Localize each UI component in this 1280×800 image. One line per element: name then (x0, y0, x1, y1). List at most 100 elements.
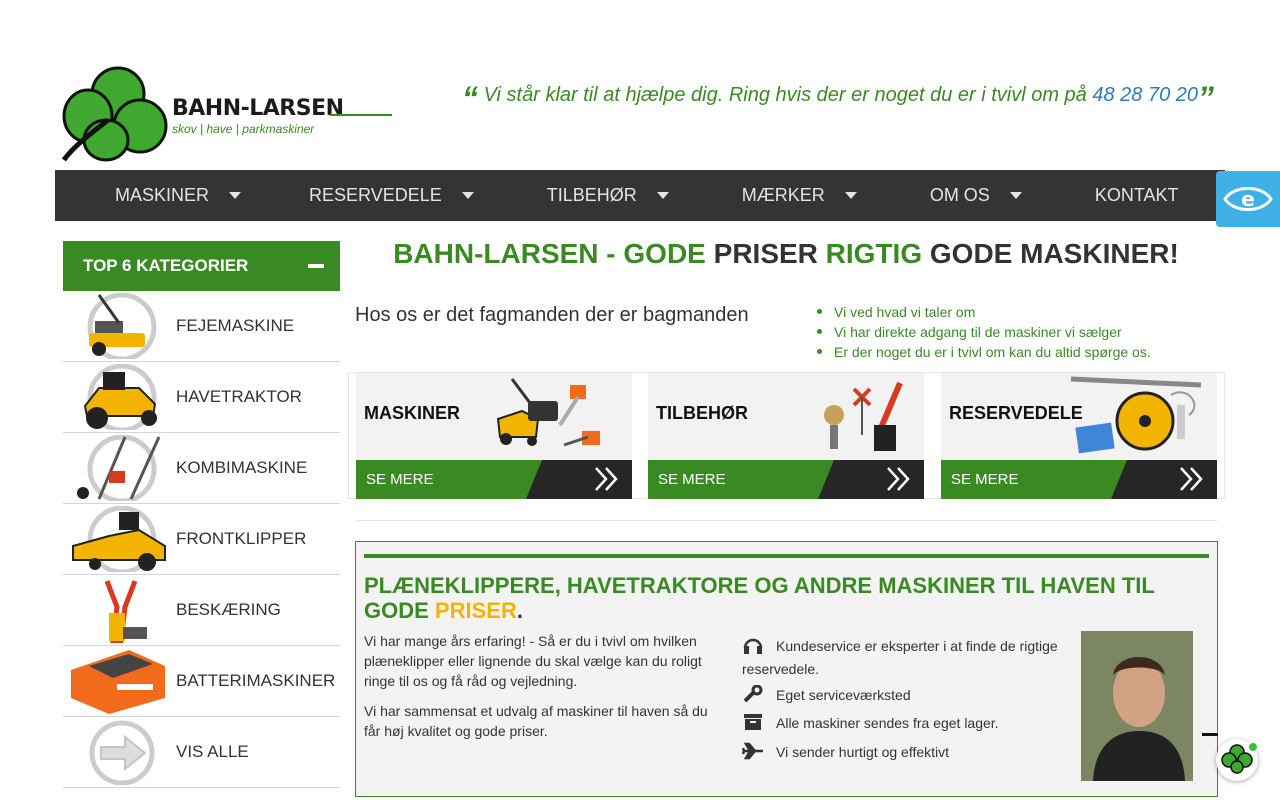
headline-part: BAHN-LARSEN - GODE (393, 238, 706, 269)
caret-down-icon (656, 192, 669, 199)
wrench-icon (743, 685, 763, 703)
front-mower-icon (72, 506, 166, 572)
quote-open: “ (462, 80, 478, 116)
headline-part: RIGTIG (825, 238, 923, 269)
info-top-rule (364, 554, 1209, 558)
sidebar-item-label: FRONTKLIPPER (176, 529, 307, 548)
sweeper-machine-icon (87, 293, 157, 359)
header-tagline: “ Vi står klar til at hjælpe dig. Ring h… (462, 82, 1222, 114)
page-headline: BAHN-LARSEN - GODE PRISER RIGTIG GODE MA… (355, 238, 1217, 270)
logo-underline (330, 114, 392, 116)
card-see-more-bar[interactable]: SE MERE (941, 460, 1217, 499)
nav-item-reservedele[interactable]: RESERVEDELE (309, 170, 474, 221)
site-logo[interactable]: BAHN-LARSEN skov | have | parkmaskiner (60, 64, 396, 166)
double-chevron-right-icon (595, 467, 618, 491)
sidebar-item-vis-alle[interactable]: VIS ALLE (63, 717, 340, 788)
logo-tagline: skov | have | parkmaskiner (172, 122, 315, 136)
sidebar-item-beskaering[interactable]: BESKÆRING (63, 575, 340, 646)
clover-logo-icon (61, 66, 168, 162)
feature-text: Alle maskiner sendes fra eget lager. (776, 715, 999, 731)
double-chevron-right-icon (1180, 467, 1203, 491)
caret-down-icon (844, 192, 857, 199)
feature-text: Vi sender hurtigt og effektivt (776, 744, 950, 760)
sidebar-item-fejemaskine[interactable]: FEJEMASKINE (63, 291, 340, 362)
caret-down-icon (229, 192, 242, 199)
staff-photo (1081, 631, 1193, 781)
card-title: RESERVEDELE (949, 403, 1083, 423)
card-tilbehor[interactable]: TILBEHØR SE MERE (648, 373, 924, 499)
info-title: PLÆNEKLIPPERE, HAVETRAKTORE OG ANDRE MAS… (364, 573, 1204, 623)
pruning-shears-icon (104, 580, 147, 643)
nav-item-tilbehor[interactable]: TILBEHØR (547, 170, 669, 221)
usp-item: Vi ved hvad vi taler om (817, 302, 1151, 322)
machines-image-icon (496, 378, 600, 447)
svg-text:e: e (1241, 187, 1255, 211)
usp-item: Er der noget du er i tvivl om kan du alt… (817, 344, 1151, 360)
nav-item-kontakt[interactable]: KONTAKT (1095, 170, 1179, 221)
card-see-more-bar[interactable]: SE MERE (648, 460, 924, 499)
phone-link[interactable]: 48 28 70 20 (1092, 84, 1198, 106)
caret-down-icon (461, 192, 474, 199)
sidebar-item-kombimaskine[interactable]: KOMBIMASKINE (63, 433, 340, 504)
quote-close: ” (1198, 80, 1215, 116)
card-see-more-bar[interactable]: SE MERE (356, 460, 632, 499)
battery-charger-icon (71, 650, 165, 714)
page: BAHN-LARSEN skov | have | parkmaskiner “… (0, 0, 1280, 800)
info-paragraph: Vi har sammensat et udvalg af maskiner t… (364, 703, 708, 739)
caret-down-icon (1009, 192, 1022, 199)
info-title-end: . (516, 598, 523, 623)
main-navigation: MASKINER RESERVEDELE TILBEHØR MÆRKER OM … (55, 170, 1225, 221)
sidebar-item-batterimaskiner[interactable]: BATTERIMASKINER (63, 646, 340, 717)
spare-parts-image-icon (1070, 376, 1202, 454)
online-status-dot (1248, 742, 1258, 752)
nav-label: TILBEHØR (546, 185, 637, 205)
sidebar-header[interactable]: TOP 6 KATEGORIER (63, 241, 340, 291)
sidebar-item-label: KOMBIMASKINE (176, 458, 308, 477)
double-chevron-right-icon (887, 467, 910, 491)
accessibility-button[interactable]: e (1216, 171, 1280, 227)
usp-item: Vi har direkte adgang til de maskiner vi… (817, 322, 1151, 342)
headline-part: PRISER (713, 238, 818, 269)
staff-portrait-image (1081, 631, 1193, 781)
chat-minimize-dash[interactable] (1202, 733, 1218, 736)
card-maskiner[interactable]: MASKINER SE MERE (356, 373, 632, 499)
nav-item-om-os[interactable]: OM OS (930, 170, 1022, 221)
nav-label: MASKINER (115, 185, 210, 205)
feature-text: Eget serviceværksted (776, 687, 911, 703)
nav-label: RESERVEDELE (309, 185, 442, 205)
feature-item: Kundeservice er eksperter i at finde de … (742, 635, 1082, 681)
nav-label: MÆRKER (741, 185, 825, 205)
card-title: TILBEHØR (656, 403, 748, 423)
nav-label: OM OS (929, 185, 990, 205)
see-more-label: SE MERE (951, 471, 1019, 488)
nav-label: KONTAKT (1094, 185, 1179, 205)
sidebar-item-frontklipper[interactable]: FRONTKLIPPER (63, 504, 340, 575)
card-reservedele[interactable]: RESERVEDELE SE MERE (941, 373, 1217, 499)
garden-tractor-icon (83, 364, 157, 430)
info-title-accent: PRISER (434, 598, 517, 623)
nav-item-maerker[interactable]: MÆRKER (742, 170, 857, 221)
plane-icon (742, 742, 763, 760)
accessories-image-icon (824, 381, 903, 451)
sidebar-item-label: VIS ALLE (176, 742, 249, 761)
headset-icon (743, 638, 763, 654)
sidebar-title: TOP 6 KATEGORIER (83, 256, 249, 275)
nav-item-maskiner[interactable]: MASKINER (115, 170, 242, 221)
arrow-right-circle-icon (89, 720, 155, 785)
tagline-text: Vi står klar til at hjælpe dig. Ring hvi… (483, 84, 1093, 106)
info-box: PLÆNEKLIPPERE, HAVETRAKTORE OG ANDRE MAS… (355, 541, 1218, 797)
sidebar-item-label: FEJEMASKINE (176, 316, 295, 335)
feature-item: Vi sender hurtigt og effektivt (742, 741, 1082, 764)
feature-item: Alle maskiner sendes fra eget lager. (742, 712, 1082, 735)
info-paragraph: Vi har mange års erfaring! - Så er du i … (364, 633, 702, 689)
sidebar-item-havetraktor[interactable]: HAVETRAKTOR (63, 362, 340, 433)
feature-item: Eget serviceværksted (742, 684, 1082, 707)
category-list: FEJEMASKINE HAVETRAKTOR KOMBIMASKINE FRO… (63, 291, 340, 788)
card-title: MASKINER (364, 403, 461, 423)
feature-text: Kundeservice er eksperter i at finde de … (742, 638, 1058, 677)
sidebar-item-label: BESKÆRING (176, 600, 281, 619)
collapse-minus-icon[interactable] (308, 264, 324, 268)
usp-list: Vi ved hvad vi taler om Vi har direkte a… (817, 302, 1151, 362)
see-more-label: SE MERE (658, 471, 726, 488)
category-cards: MASKINER SE MERE TILBEHØR SE MERE RESERV… (348, 372, 1225, 499)
